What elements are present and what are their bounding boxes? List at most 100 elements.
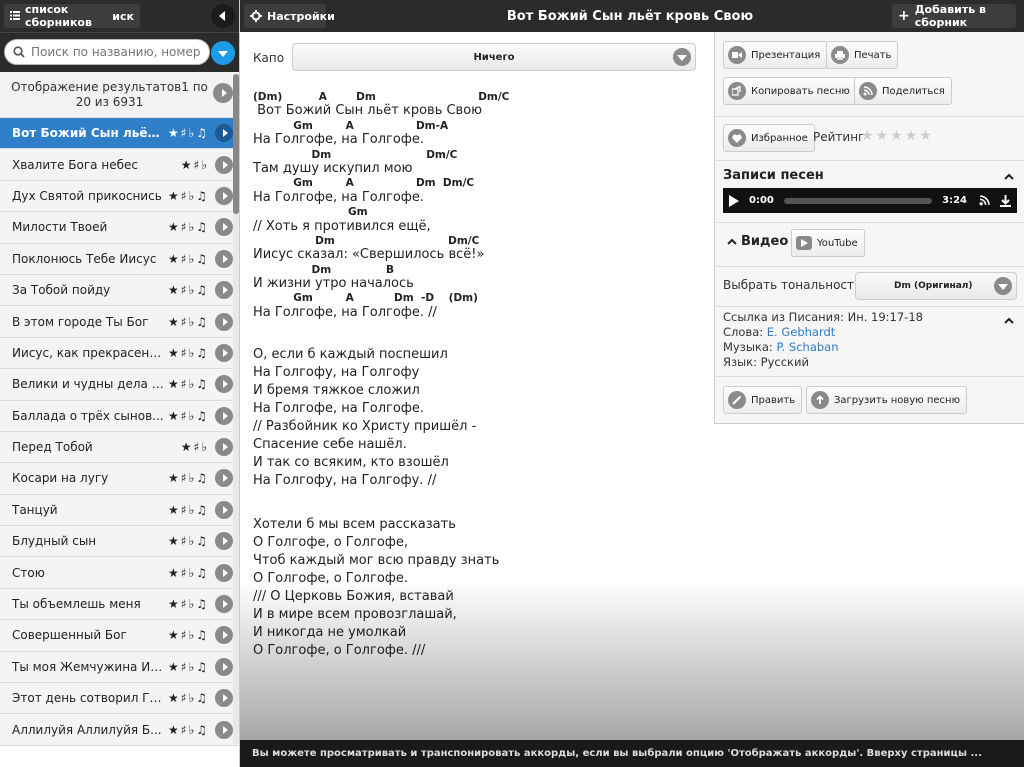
song-item-title: Хвалите Бога небес xyxy=(12,157,138,172)
sidebar: список сборников иск Отображение результ… xyxy=(0,0,240,767)
collection-list-button[interactable]: список сборников иск xyxy=(4,3,140,29)
favorite-button[interactable]: Избранное xyxy=(723,124,815,152)
song-list-item[interactable]: Стою ★♯♭♫ xyxy=(0,557,239,589)
song-item-title: Аллилуйя Аллилуйя Б... xyxy=(12,722,162,737)
song-list-item[interactable]: Аллилуйя Аллилуйя Б... ★♯♭♫ xyxy=(0,714,239,746)
song-list-item[interactable]: За Тобой пойду ★♯♭♫ xyxy=(0,274,239,307)
music-row: Музыка: P. Schaban xyxy=(723,340,923,355)
song-list-item[interactable]: Блудный сын ★♯♭♫ xyxy=(0,526,239,558)
chevron-right-icon[interactable] xyxy=(215,406,233,425)
song-list-item[interactable]: Танцуй ★♯♭♫ xyxy=(0,494,239,527)
song-list-item[interactable]: Иисус, как прекрасен Т... ★♯♭♫ xyxy=(0,337,239,370)
chevron-right-icon[interactable] xyxy=(215,155,233,174)
song-list-item[interactable]: Велики и чудны дела Т... ★♯♭♫ xyxy=(0,369,239,401)
song-list-item[interactable]: Ты моя Жемчужина Ии... ★♯♭♫ xyxy=(0,651,239,684)
chevron-right-icon[interactable] xyxy=(215,595,233,614)
lyric-line: Там душу искупил мою xyxy=(253,160,413,176)
chord-line: Gm A Dm -D (Dm) xyxy=(253,292,478,305)
song-item-flags: ★♯♭♫ xyxy=(168,408,209,423)
song-list-item[interactable]: Хвалите Бога небес ★♯♭ xyxy=(0,149,239,181)
song-item-flags: ★♯♭♫ xyxy=(168,628,209,643)
recordings-header: Записи песен xyxy=(723,168,824,183)
song-list-item[interactable]: Ты объемлешь меня ★♯♭♫ xyxy=(0,588,239,621)
chevron-right-icon[interactable] xyxy=(215,563,233,582)
lyric-line: На Голгофе, на Голгофе. xyxy=(253,401,425,417)
play-icon[interactable] xyxy=(729,194,739,207)
video-header[interactable]: Видео xyxy=(727,234,788,249)
settings-button[interactable]: Настройки xyxy=(244,4,335,28)
song-item-flags: ★♯♭♫ xyxy=(168,314,209,329)
tone-label: Выбрать тональность xyxy=(723,278,862,292)
capo-select[interactable]: Ничего xyxy=(292,43,696,71)
chevron-right-icon[interactable] xyxy=(215,186,233,205)
upload-icon xyxy=(811,391,829,409)
song-list-item[interactable]: Перед Тобой ★♯♭ xyxy=(0,431,239,464)
download-icon[interactable] xyxy=(1000,194,1011,207)
song-metadata: Ссылка из Писания: Ин. 19:17-18 Слова: E… xyxy=(723,310,923,370)
print-button[interactable]: Печать xyxy=(826,41,899,69)
copy-song-button[interactable]: Копировать песню xyxy=(723,77,857,105)
audio-player: 0:00 3:24 xyxy=(723,188,1017,213)
song-item-title: Совершенный Бог xyxy=(12,628,127,643)
video-camera-icon xyxy=(728,46,746,64)
add-to-collection-button[interactable]: + Добавить в сборник xyxy=(892,3,1016,29)
tone-select[interactable]: Dm (Оригинал) xyxy=(855,272,1017,300)
video-header-label: Видео xyxy=(741,234,789,249)
song-list-item[interactable]: Вот Божий Сын льёт к... ★♯♭♫ xyxy=(0,118,239,150)
player-progress-bar[interactable] xyxy=(783,197,933,204)
chevron-right-icon[interactable] xyxy=(215,626,233,645)
chevron-right-icon[interactable] xyxy=(215,249,233,268)
song-list-item[interactable]: Баллада о трёх сынов... ★♯♭♫ xyxy=(0,400,239,432)
song-list-item[interactable]: Поклонюсь Тебе Иисус ★♯♭♫ xyxy=(0,243,239,275)
song-list-item[interactable]: Косари на лугу ★♯♭♫ xyxy=(0,463,239,495)
words-row: Слова: E. Gebhardt xyxy=(723,325,923,340)
search-input[interactable] xyxy=(31,45,201,59)
chevron-right-icon[interactable] xyxy=(215,532,233,551)
chevron-right-icon[interactable] xyxy=(215,281,233,300)
chevron-right-icon[interactable] xyxy=(215,500,233,519)
song-list-item[interactable]: Совершенный Бог ★♯♭♫ xyxy=(0,620,239,652)
capo-label: Капо xyxy=(253,51,285,65)
collapse-sidebar-button[interactable] xyxy=(211,4,235,28)
presentation-button[interactable]: Презентация xyxy=(723,41,828,69)
chevron-right-icon[interactable] xyxy=(215,469,233,488)
collapse-recordings-button[interactable] xyxy=(1004,170,1014,183)
music-author-link[interactable]: P. Schaban xyxy=(776,340,838,354)
words-author-link[interactable]: E. Gebhardt xyxy=(767,325,836,339)
rating-stars[interactable]: ★★★★★ xyxy=(861,128,934,144)
song-item-title: Перед Тобой xyxy=(12,440,93,455)
song-item-title: Этот день сотворил Госп... xyxy=(12,691,164,706)
chevron-right-icon[interactable] xyxy=(215,343,233,362)
chevron-right-icon[interactable] xyxy=(215,657,233,676)
upload-song-button[interactable]: Загрузить новую песню xyxy=(806,386,967,414)
share-button[interactable]: Поделиться xyxy=(854,77,952,105)
youtube-button[interactable]: YouTube xyxy=(791,229,865,257)
chevron-right-icon[interactable] xyxy=(215,312,233,331)
chevron-right-icon[interactable] xyxy=(215,124,233,143)
song-list-item[interactable]: Этот день сотворил Госп... ★♯♭♫ xyxy=(0,683,239,715)
chevron-left-icon xyxy=(219,11,225,21)
rss-icon[interactable] xyxy=(979,195,990,206)
song-title-header: Вот Божий Сын льёт кровь Свою xyxy=(506,8,754,24)
chevron-right-icon[interactable] xyxy=(215,689,233,708)
youtube-label: YouTube xyxy=(817,237,858,249)
song-list-item[interactable]: Дух Святой прикоснись ★♯♭♫ xyxy=(0,180,239,213)
collapse-metadata-button[interactable] xyxy=(1004,314,1014,327)
chevron-right-icon[interactable] xyxy=(215,720,233,739)
copy-song-label: Копировать песню xyxy=(751,85,850,97)
lyric-line: И бремя тяжкое сложил xyxy=(253,383,420,399)
lyric-line: // Разбойник ко Христу пришёл - xyxy=(253,419,477,435)
sidebar-scrollbar-thumb[interactable] xyxy=(233,74,239,214)
song-list-item[interactable]: Милости Твоей ★♯♭♫ xyxy=(0,212,239,244)
collection-list-suffix: иск xyxy=(112,9,134,23)
next-page-button[interactable] xyxy=(213,83,233,103)
edit-button[interactable]: Править xyxy=(723,386,803,414)
chevron-right-icon[interactable] xyxy=(215,438,233,457)
search-options-button[interactable] xyxy=(211,41,235,65)
tone-value: Dm (Оригинал) xyxy=(894,281,973,291)
chevron-right-icon[interactable] xyxy=(215,375,233,394)
edit-label: Править xyxy=(751,394,796,406)
song-item-flags: ★♯♭♫ xyxy=(168,345,209,360)
chevron-right-icon[interactable] xyxy=(215,218,233,237)
song-list-item[interactable]: В этом городе Ты Бог ★♯♭♫ xyxy=(0,306,239,338)
